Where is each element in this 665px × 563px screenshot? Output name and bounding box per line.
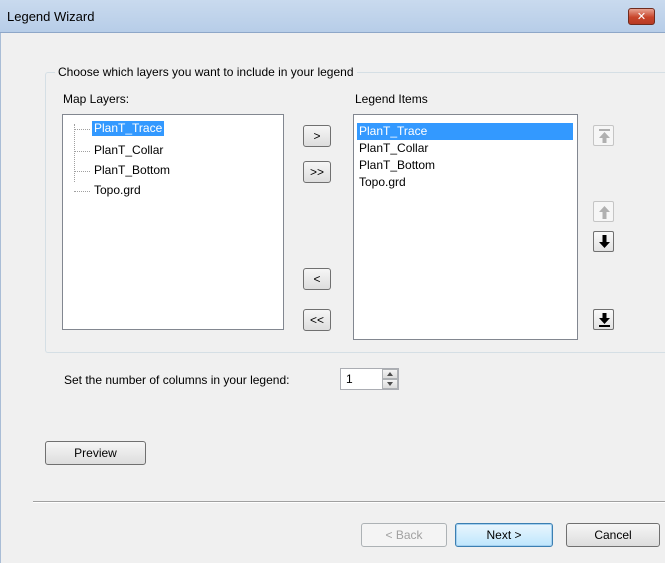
arrow-to-bottom-icon	[599, 313, 610, 327]
add-button[interactable]: >	[303, 125, 331, 147]
close-icon: ✕	[636, 10, 647, 23]
tree-branch	[74, 191, 90, 192]
move-up-button[interactable]	[593, 201, 614, 222]
map-layers-tree[interactable]: PlanT_Trace PlanT_Collar PlanT_Bottom To…	[62, 114, 284, 330]
title-bar: Legend Wizard ✕	[0, 0, 665, 33]
spin-up-button[interactable]	[382, 369, 398, 379]
remove-button[interactable]: <	[303, 268, 331, 290]
spin-down-button[interactable]	[382, 379, 398, 389]
next-button[interactable]: Next >	[455, 523, 553, 547]
spin-down-icon	[387, 382, 393, 386]
arrow-to-top-icon	[599, 129, 610, 143]
separator	[33, 501, 665, 503]
back-button[interactable]: < Back	[361, 523, 447, 547]
cancel-button[interactable]: Cancel	[566, 523, 660, 547]
window-title: Legend Wizard	[7, 9, 95, 24]
tree-item-label[interactable]: PlanT_Bottom	[92, 163, 172, 178]
remove-all-button[interactable]: <<	[303, 309, 331, 331]
list-item[interactable]: PlanT_Collar	[357, 140, 573, 157]
tree-branch	[74, 171, 90, 172]
group-legend: Choose which layers you want to include …	[55, 65, 357, 79]
tree-item-label[interactable]: Topo.grd	[92, 183, 143, 198]
tree-item-label[interactable]: PlanT_Trace	[92, 121, 165, 136]
list-item[interactable]: Topo.grd	[357, 174, 573, 191]
tree-item-label[interactable]: PlanT_Collar	[92, 143, 165, 158]
preview-button[interactable]: Preview	[45, 441, 146, 465]
move-to-top-button[interactable]	[593, 125, 614, 146]
list-item[interactable]: PlanT_Bottom	[357, 157, 573, 174]
legend-items-label: Legend Items	[355, 92, 428, 106]
legend-items-list[interactable]: PlanT_Trace PlanT_Collar PlanT_Bottom To…	[353, 114, 578, 340]
list-item[interactable]: PlanT_Trace	[357, 123, 573, 140]
tree-branch	[74, 129, 90, 130]
move-down-button[interactable]	[593, 231, 614, 252]
tree-branch	[74, 151, 90, 152]
close-button[interactable]: ✕	[628, 8, 655, 25]
arrow-up-icon	[599, 206, 610, 219]
columns-stepper[interactable]: 1	[340, 368, 399, 390]
columns-label: Set the number of columns in your legend…	[64, 373, 290, 387]
columns-value[interactable]: 1	[346, 372, 353, 386]
arrow-down-icon	[599, 235, 610, 248]
add-all-button[interactable]: >>	[303, 161, 331, 183]
spin-up-icon	[387, 372, 393, 376]
move-to-bottom-button[interactable]	[593, 309, 614, 330]
map-layers-label: Map Layers:	[63, 92, 130, 106]
tree-connector	[74, 124, 75, 182]
